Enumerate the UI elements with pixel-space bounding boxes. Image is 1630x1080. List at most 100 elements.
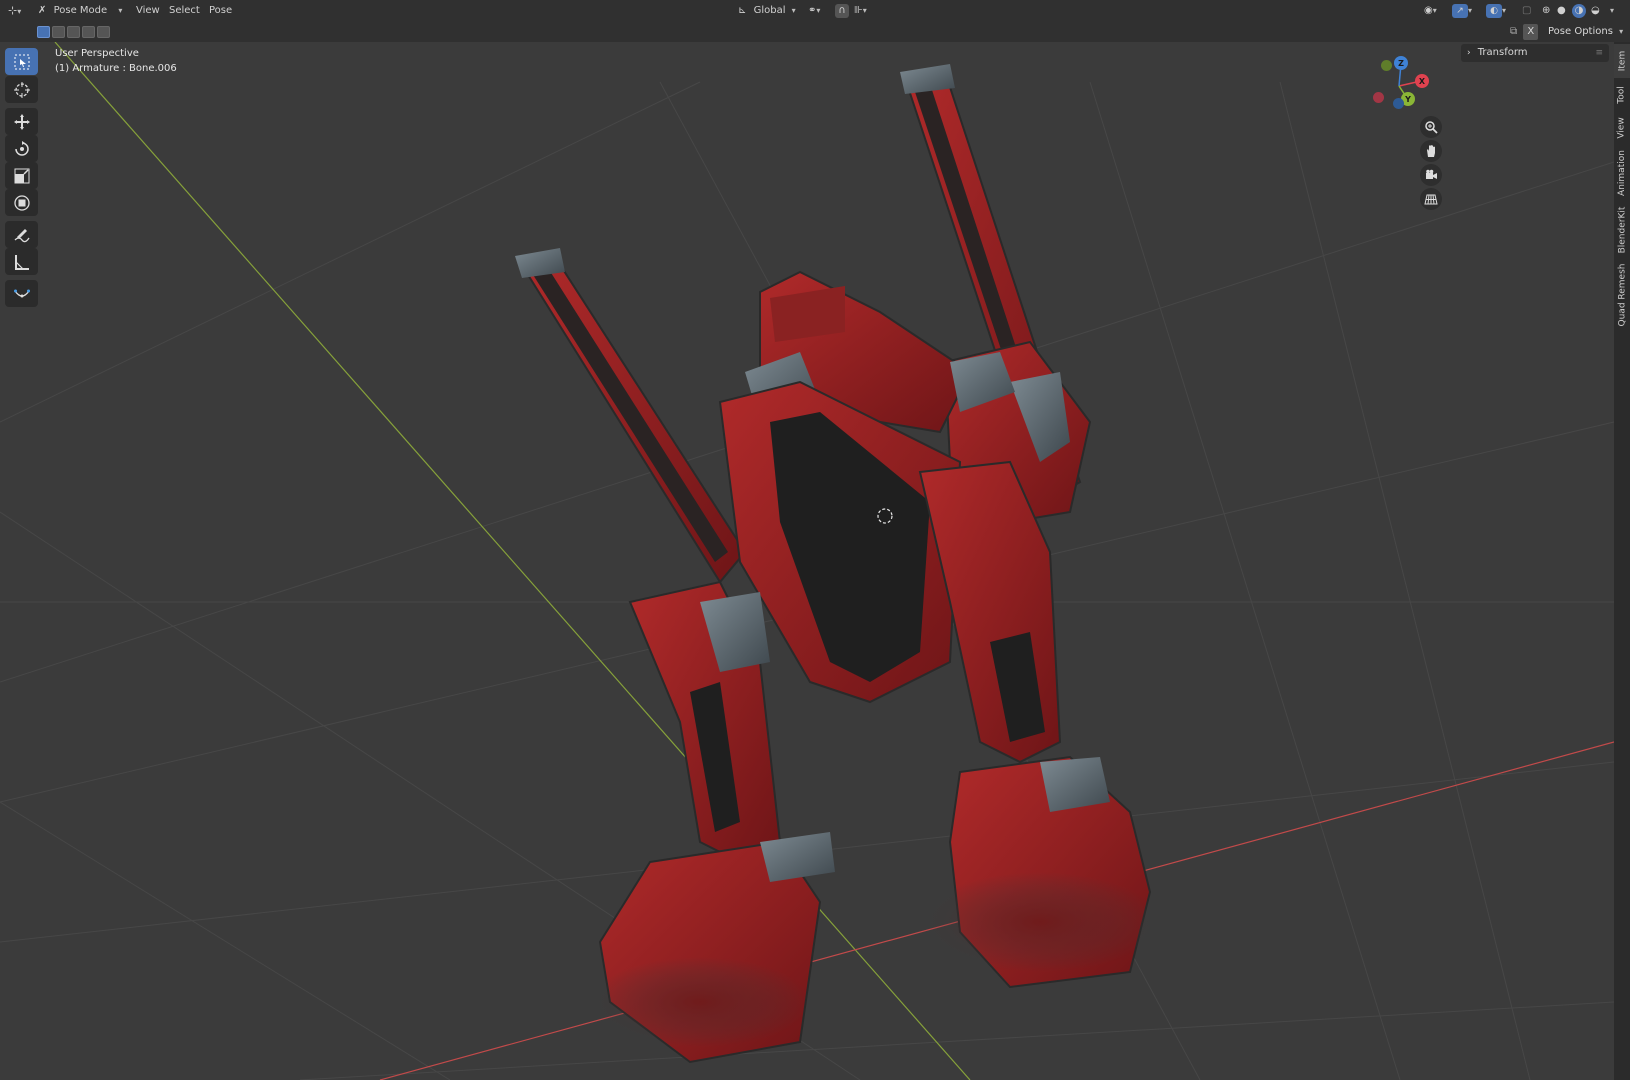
shading-material-button[interactable]: ◑: [1572, 0, 1588, 22]
select-box-icon: [14, 54, 29, 69]
select-mode-intersect-button[interactable]: [97, 26, 110, 38]
shading-options-dropdown[interactable]: ▾: [1610, 0, 1622, 22]
tab-view[interactable]: View: [1614, 112, 1630, 144]
gizmo-neg-x-axis[interactable]: [1373, 92, 1384, 103]
menu-view[interactable]: View: [136, 0, 160, 22]
shading-solid-button[interactable]: ●: [1557, 0, 1571, 22]
3d-viewport[interactable]: X Z Y: [0, 42, 1614, 1080]
transform-section-header[interactable]: › Transform ≡: [1461, 44, 1609, 62]
select-mode-new-button[interactable]: [37, 26, 50, 38]
tool-select-box[interactable]: [5, 48, 38, 75]
chevron-down-icon: ▾: [862, 6, 867, 15]
shading-wireframe-button[interactable]: ⊕: [1542, 0, 1556, 22]
editor-type-button[interactable]: ⊹▾: [8, 0, 32, 22]
mech-robot-model[interactable]: [0, 42, 1614, 1080]
transform-icon: [13, 194, 30, 211]
tool-transform[interactable]: [5, 189, 38, 216]
navigation-gizmo[interactable]: X Z Y: [1365, 52, 1435, 112]
overlays-icon: ◐: [1486, 4, 1502, 18]
pose-mode-icon: ✗: [38, 5, 47, 16]
rendered-sphere-icon: ◒: [1591, 5, 1600, 16]
bone-pose-icon: [13, 289, 30, 297]
chevron-down-icon: ▾: [1619, 27, 1624, 36]
wireframe-sphere-icon: ⊕: [1542, 5, 1551, 16]
camera-view-button[interactable]: [1420, 164, 1442, 186]
pose-options-label: Pose Options: [1548, 26, 1613, 37]
tab-animation-label: Animation: [1617, 150, 1628, 196]
gizmo-neg-z-axis[interactable]: [1393, 98, 1404, 109]
gizmo-x-axis[interactable]: X: [1415, 74, 1429, 88]
zoom-button[interactable]: [1420, 116, 1442, 138]
tab-blenderkit-label: BlenderKit: [1617, 206, 1627, 254]
transform-section-label: Transform: [1477, 47, 1528, 58]
visibility-selector[interactable]: ◉▾: [1424, 0, 1446, 22]
menu-pose[interactable]: Pose: [209, 0, 232, 22]
transform-orientation-label: Global: [753, 5, 786, 16]
transform-orientation-selector[interactable]: ⊾ Global ▾: [738, 0, 802, 22]
gizmo-z-axis[interactable]: Z: [1394, 56, 1408, 70]
chevron-down-icon: ▾: [118, 6, 123, 15]
material-sphere-icon: ◑: [1572, 4, 1586, 18]
pan-button[interactable]: [1420, 140, 1442, 162]
select-mode-subtract-button[interactable]: [67, 26, 80, 38]
gizmo-neg-y-axis[interactable]: [1381, 60, 1392, 71]
overlays-toggle[interactable]: ◐ ▾: [1486, 0, 1514, 22]
orientation-icon: ⊾: [738, 5, 747, 16]
perspective-toggle-button[interactable]: [1420, 188, 1442, 210]
tool-shelf: [5, 48, 39, 318]
scale-icon: [14, 168, 29, 183]
chevron-down-icon: ▾: [816, 6, 821, 15]
select-mode-invert-button[interactable]: [82, 26, 95, 38]
menu-select[interactable]: Select: [169, 0, 200, 22]
chevron-down-icon: ▾: [1610, 6, 1615, 15]
tool-bone-pose[interactable]: [5, 280, 38, 307]
tool-measure[interactable]: [5, 248, 38, 275]
camera-icon: [1426, 169, 1437, 179]
tab-item-label: Item: [1617, 50, 1627, 72]
tab-tool[interactable]: Tool: [1614, 80, 1630, 110]
eye-icon: ◉: [1424, 5, 1433, 16]
sidebar-tab-strip: Item Tool View Animation BlenderKit Quad…: [1614, 42, 1630, 1080]
cursor-icon: [13, 81, 30, 98]
chevron-down-icon: ▾: [791, 6, 796, 15]
perspective-label: User Perspective: [55, 48, 139, 59]
chevron-down-icon: ▾: [1432, 6, 1437, 15]
tab-quad-remesh-label: Quad Remesh: [1617, 263, 1627, 327]
gizmo-toggle[interactable]: ↗ ▾: [1452, 0, 1480, 22]
gizmo-icon: ↗: [1452, 4, 1468, 18]
chevron-down-icon: ▾: [1502, 6, 1507, 15]
tool-cursor[interactable]: [5, 76, 38, 103]
tool-rotate[interactable]: [5, 135, 38, 162]
tab-animation[interactable]: Animation: [1614, 146, 1630, 200]
tab-quad-remesh[interactable]: Quad Remesh: [1614, 260, 1630, 330]
pose-options-dropdown[interactable]: Pose Options ▾: [1548, 24, 1623, 40]
drag-handle-icon[interactable]: ≡: [1595, 44, 1603, 62]
snap-target-selector[interactable]: ⊪▾: [854, 0, 876, 22]
tab-view-label: View: [1617, 117, 1628, 139]
measure-icon: [14, 254, 29, 270]
mirror-icon: ⧉: [1510, 26, 1518, 37]
x-mirror-toggle[interactable]: ⧉ X: [1510, 24, 1539, 40]
pivot-point-selector[interactable]: ⚭▾: [808, 0, 830, 22]
snap-toggle[interactable]: ∩: [835, 0, 851, 22]
tool-move[interactable]: [5, 108, 38, 135]
chevron-down-icon: ▾: [1468, 6, 1473, 15]
rotate-icon: [14, 140, 29, 156]
xray-toggle[interactable]: ▢: [1522, 0, 1536, 22]
mode-selector[interactable]: ✗ Pose Mode ▾: [38, 0, 124, 22]
editor-type-icon: ⊹: [8, 4, 18, 17]
chevron-right-icon: ›: [1467, 48, 1471, 58]
select-mode-extend-button[interactable]: [52, 26, 65, 38]
chevron-down-icon: ▾: [17, 7, 22, 16]
zoom-icon: [1425, 121, 1438, 134]
solid-sphere-icon: ●: [1557, 5, 1566, 16]
grid-icon: [1424, 194, 1438, 205]
shading-rendered-button[interactable]: ◒: [1591, 0, 1605, 22]
tab-blenderkit[interactable]: BlenderKit: [1614, 202, 1630, 258]
tool-scale[interactable]: [5, 162, 38, 189]
tab-item[interactable]: Item: [1614, 44, 1630, 78]
tool-annotate[interactable]: [5, 221, 38, 248]
sidebar-panel: › Transform ≡: [1457, 42, 1614, 64]
tool-settings-bar: ⧉ X Pose Options ▾: [0, 22, 1630, 42]
viewport-header: ⊹▾ ✗ Pose Mode ▾ View Select Pose ⊾ Glob…: [0, 0, 1630, 22]
